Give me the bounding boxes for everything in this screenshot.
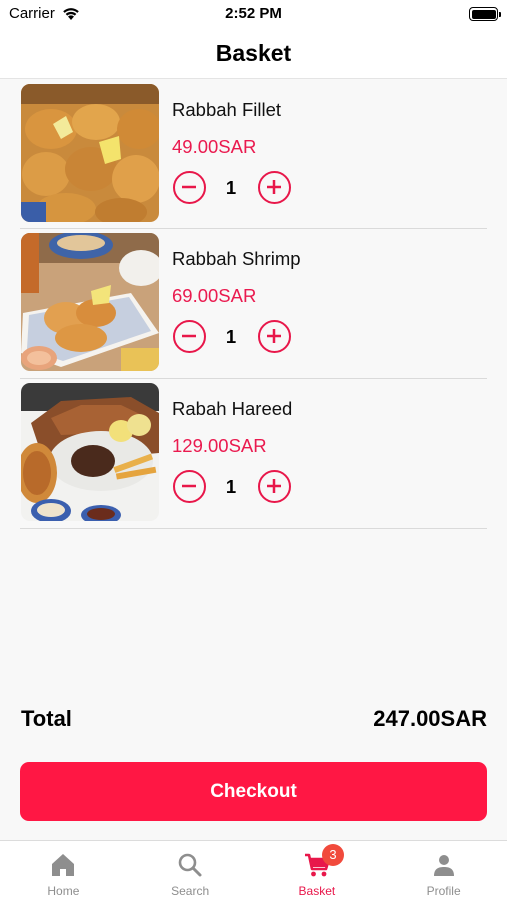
status-bar: Carrier 2:52 PM — [0, 0, 507, 28]
decrease-quantity-button[interactable] — [173, 171, 206, 204]
cart-count-badge: 3 — [322, 844, 344, 866]
decrease-quantity-button[interactable] — [173, 320, 206, 353]
item-name: Rabbah Shrimp — [172, 248, 301, 269]
item-name: Rabah Hareed — [172, 398, 293, 419]
item-price: 69.00SAR — [172, 285, 257, 306]
item-image-shrimp — [21, 233, 159, 371]
tab-basket[interactable]: Basket — [254, 841, 381, 900]
basket-item: Rabah Hareed 129.00SAR 1 — [20, 379, 487, 529]
quantity-value: 1 — [225, 177, 237, 198]
plus-icon — [267, 329, 281, 343]
total-label: Total — [21, 706, 72, 731]
item-image-fillet — [21, 84, 159, 222]
status-time: 2:52 PM — [225, 5, 282, 22]
tab-bar: Home Search Basket Profile — [0, 840, 507, 900]
basket-item: Rabbah Fillet 49.00SAR 1 — [20, 80, 487, 229]
tab-label: Search — [171, 884, 210, 898]
basket-item: Rabbah Shrimp 69.00SAR 1 — [20, 229, 487, 379]
battery-icon — [469, 7, 501, 21]
quantity-value: 1 — [225, 476, 237, 497]
decrease-quantity-button[interactable] — [173, 470, 206, 503]
minus-icon — [182, 185, 196, 189]
item-name: Rabbah Fillet — [172, 99, 282, 120]
tab-label: Home — [47, 884, 80, 898]
quantity-value: 1 — [225, 326, 237, 347]
person-icon — [433, 855, 454, 876]
item-price: 129.00SAR — [172, 435, 267, 456]
checkout-button[interactable]: Checkout — [20, 762, 487, 821]
increase-quantity-button[interactable] — [258, 320, 291, 353]
page-title: Basket — [215, 39, 292, 66]
item-price: 49.00SAR — [172, 136, 257, 157]
total-value: 247.00SAR — [373, 706, 487, 731]
tab-profile[interactable]: Profile — [380, 841, 507, 900]
tab-label: Profile — [426, 884, 461, 898]
tab-search[interactable]: Search — [127, 841, 254, 900]
home-icon — [52, 854, 75, 876]
basket-list: Rabbah Fillet 49.00SAR 1 Rabbah Shrimp 6… — [20, 80, 487, 529]
increase-quantity-button[interactable] — [258, 470, 291, 503]
tab-home[interactable]: Home — [0, 841, 127, 900]
plus-icon — [267, 479, 281, 493]
minus-icon — [182, 334, 196, 338]
nav-header: Basket — [0, 28, 507, 79]
tab-label: Basket — [298, 884, 336, 898]
item-image-hareed — [21, 383, 159, 521]
search-icon — [178, 853, 202, 877]
minus-icon — [182, 484, 196, 488]
increase-quantity-button[interactable] — [258, 171, 291, 204]
plus-icon — [267, 180, 281, 194]
